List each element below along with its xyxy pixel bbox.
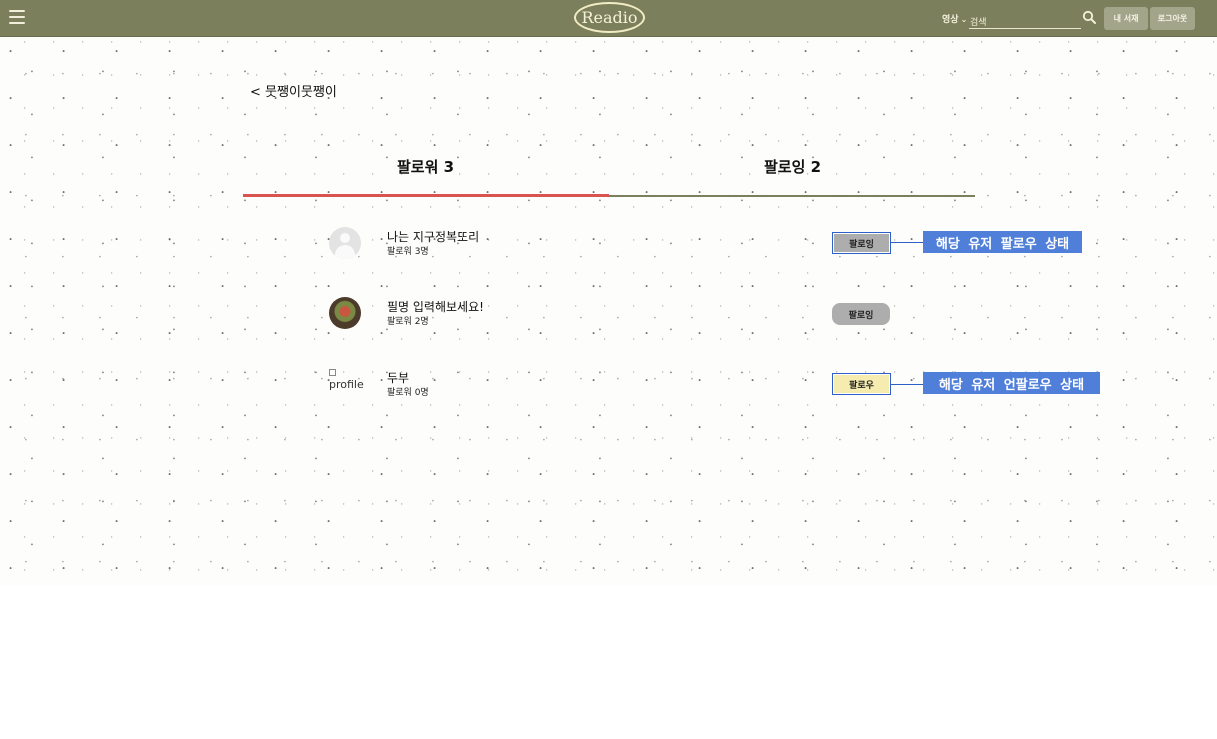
search-type-dropdown[interactable]: 영상 ⌄ bbox=[942, 12, 967, 25]
follower-count: 팔로워 3명 bbox=[387, 247, 429, 257]
profile-photo-avatar[interactable] bbox=[329, 297, 361, 329]
user-name[interactable]: 필명 입력해보세요! bbox=[387, 298, 484, 315]
chevron-down-icon: ⌄ bbox=[960, 15, 968, 24]
tab-divider bbox=[609, 195, 975, 197]
hamburger-menu-icon[interactable] bbox=[9, 10, 25, 24]
annotation-connector bbox=[891, 384, 923, 385]
follow-button-label: 팔로우 bbox=[834, 375, 889, 393]
logout-button[interactable]: 로그아웃 bbox=[1150, 7, 1195, 30]
default-avatar-icon[interactable] bbox=[329, 227, 361, 259]
user-name[interactable]: 두부 bbox=[387, 369, 409, 386]
following-button-label: 팔로잉 bbox=[834, 234, 889, 252]
search-icon[interactable] bbox=[1082, 10, 1096, 24]
back-link[interactable]: < 뭇쨍이뭇쨍이 bbox=[250, 81, 337, 100]
follower-count: 팔로워 2명 bbox=[387, 317, 429, 327]
broken-image-icon bbox=[329, 369, 336, 376]
search-field[interactable] bbox=[969, 10, 1081, 32]
readio-logo[interactable]: Readio bbox=[574, 2, 645, 33]
follower-count: 팔로워 0명 bbox=[387, 388, 429, 398]
broken-image-avatar[interactable]: profile bbox=[329, 368, 369, 400]
user-name[interactable]: 나는 지구정복또리 bbox=[387, 228, 479, 245]
avatar-alt-text: profile bbox=[329, 378, 364, 391]
my-library-button[interactable]: 내 서재 bbox=[1104, 7, 1148, 30]
active-tab-indicator bbox=[243, 194, 609, 197]
annotation-connector bbox=[891, 242, 923, 243]
tab-followers[interactable]: 팔로워 3 bbox=[397, 156, 454, 177]
annotation-following-state: 해당 유저 팔로우 상태 bbox=[923, 231, 1082, 253]
top-navigation-bar: Readio 영상⌄ 내 서재 로그아웃 bbox=[0, 0, 1217, 37]
search-input[interactable] bbox=[969, 14, 1081, 32]
follow-button[interactable]: 팔로우 bbox=[832, 373, 891, 395]
annotation-unfollowed-state: 해당 유저 언팔로우 상태 bbox=[923, 372, 1100, 394]
following-button[interactable]: 팔로잉 bbox=[832, 303, 890, 325]
search-type-label: 영상 bbox=[942, 15, 959, 25]
following-button[interactable]: 팔로잉 bbox=[832, 232, 891, 254]
tab-following[interactable]: 팔로잉 2 bbox=[764, 156, 821, 177]
